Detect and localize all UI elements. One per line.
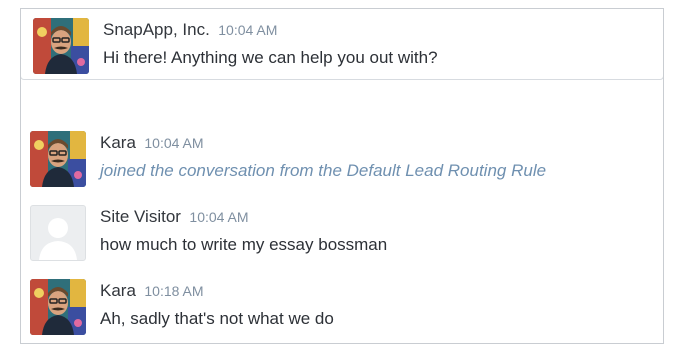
message-header: Kara 10:18 AM <box>100 281 204 301</box>
sender-name: Kara <box>100 281 136 300</box>
avatar <box>30 131 86 187</box>
message-time: 10:04 AM <box>144 135 204 151</box>
system-event-text: joined the conversation from the Default… <box>100 161 547 180</box>
photo-avatar-icon <box>30 279 86 335</box>
message-card: SnapApp, Inc. 10:04 AM Hi there! Anythin… <box>21 9 663 80</box>
message-text: Ah, sadly that's not what we do <box>100 309 334 328</box>
photo-avatar-icon <box>33 18 89 74</box>
sender-name: Site Visitor <box>100 207 181 226</box>
message-header: Kara 10:04 AM <box>100 133 204 153</box>
message-text: how much to write my essay bossman <box>100 235 388 254</box>
sender-name: Kara <box>100 133 136 152</box>
avatar <box>30 279 86 335</box>
avatar <box>30 205 86 261</box>
message-time: 10:18 AM <box>144 283 204 299</box>
message-time: 10:04 AM <box>189 209 249 225</box>
chat-transcript: SnapApp, Inc. 10:04 AM Hi there! Anythin… <box>20 8 664 344</box>
message-text: Hi there! Anything we can help you out w… <box>103 48 438 67</box>
photo-avatar-icon <box>30 131 86 187</box>
message-time: 10:04 AM <box>218 22 278 38</box>
default-user-icon <box>39 218 77 260</box>
avatar <box>33 18 89 74</box>
message-header: Site Visitor 10:04 AM <box>100 207 249 227</box>
message-header: SnapApp, Inc. 10:04 AM <box>103 20 277 40</box>
sender-name: SnapApp, Inc. <box>103 20 210 39</box>
